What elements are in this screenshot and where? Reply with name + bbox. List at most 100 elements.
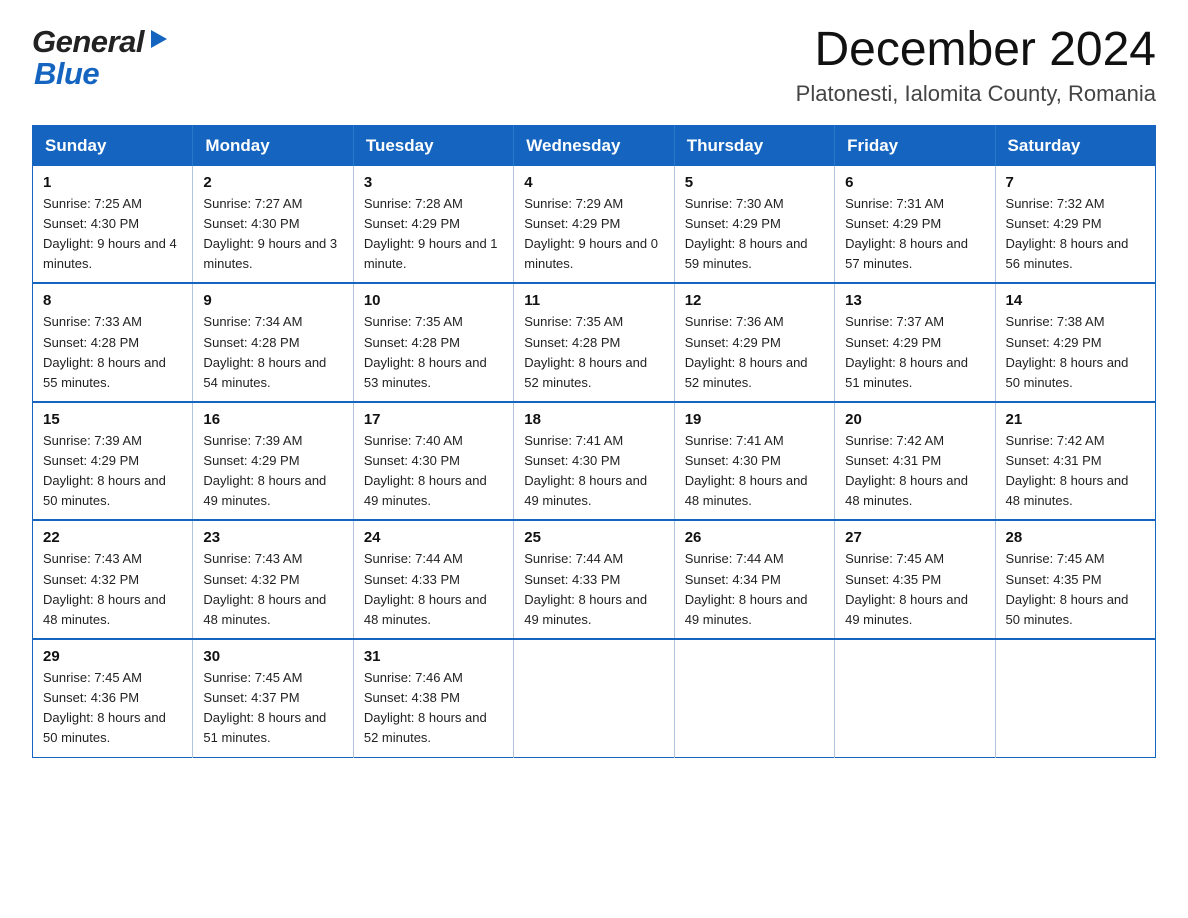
- calendar-cell: 12 Sunrise: 7:36 AMSunset: 4:29 PMDayligh…: [674, 283, 834, 402]
- day-number: 18: [524, 411, 663, 428]
- day-number: 2: [203, 174, 342, 191]
- calendar-week-4: 22 Sunrise: 7:43 AMSunset: 4:32 PMDayligh…: [33, 520, 1156, 639]
- calendar-cell: 20Sunrise: 7:42 AMSunset: 4:31 PMDayligh…: [835, 402, 995, 521]
- day-number: 26: [685, 529, 824, 546]
- day-info: Sunrise: 7:25 AMSunset: 4:30 PMDaylight:…: [43, 194, 182, 275]
- calendar-cell: 26Sunrise: 7:44 AMSunset: 4:34 PMDayligh…: [674, 520, 834, 639]
- day-info: Sunrise: 7:37 AMSunset: 4:29 PMDaylight:…: [845, 312, 984, 393]
- day-info: Sunrise: 7:32 AMSunset: 4:29 PMDaylight:…: [1006, 194, 1145, 275]
- calendar-cell: 28 Sunrise: 7:45 AMSunset: 4:35 PMDayligh…: [995, 520, 1155, 639]
- day-header-wednesday: Wednesday: [514, 125, 674, 166]
- day-number: 13: [845, 292, 984, 309]
- day-number: 25: [524, 529, 663, 546]
- day-number: 10: [364, 292, 503, 309]
- day-header-thursday: Thursday: [674, 125, 834, 166]
- day-info: Sunrise: 7:39 AMSunset: 4:29 PMDaylight:…: [43, 431, 182, 512]
- day-info: Sunrise: 7:28 AMSunset: 4:29 PMDaylight:…: [364, 194, 503, 275]
- day-header-saturday: Saturday: [995, 125, 1155, 166]
- day-number: 12: [685, 292, 824, 309]
- calendar-cell: 8 Sunrise: 7:33 AMSunset: 4:28 PMDaylight…: [33, 283, 193, 402]
- logo-triangle-icon: [147, 28, 169, 50]
- calendar-week-1: 1 Sunrise: 7:25 AMSunset: 4:30 PMDaylight…: [33, 166, 1156, 284]
- calendar-table: SundayMondayTuesdayWednesdayThursdayFrid…: [32, 125, 1156, 758]
- calendar-cell: 27 Sunrise: 7:45 AMSunset: 4:35 PMDayligh…: [835, 520, 995, 639]
- day-number: 6: [845, 174, 984, 191]
- page-header: General Blue December 2024 Platonesti, I…: [32, 24, 1156, 107]
- day-number: 9: [203, 292, 342, 309]
- calendar-week-3: 15 Sunrise: 7:39 AMSunset: 4:29 PMDayligh…: [33, 402, 1156, 521]
- calendar-cell: 17 Sunrise: 7:40 AMSunset: 4:30 PMDayligh…: [353, 402, 513, 521]
- day-info: Sunrise: 7:45 AMSunset: 4:35 PMDaylight:…: [1006, 549, 1145, 630]
- day-info: Sunrise: 7:30 AMSunset: 4:29 PMDaylight:…: [685, 194, 824, 275]
- calendar-cell: [674, 639, 834, 757]
- day-info: Sunrise: 7:34 AMSunset: 4:28 PMDaylight:…: [203, 312, 342, 393]
- calendar-cell: 18 Sunrise: 7:41 AMSunset: 4:30 PMDayligh…: [514, 402, 674, 521]
- day-number: 4: [524, 174, 663, 191]
- day-number: 22: [43, 529, 182, 546]
- day-number: 31: [364, 648, 503, 665]
- calendar-cell: 5 Sunrise: 7:30 AMSunset: 4:29 PMDaylight…: [674, 166, 834, 284]
- day-header-row: SundayMondayTuesdayWednesdayThursdayFrid…: [33, 125, 1156, 166]
- day-info: Sunrise: 7:41 AMSunset: 4:30 PMDaylight:…: [685, 431, 824, 512]
- day-number: 16: [203, 411, 342, 428]
- day-number: 17: [364, 411, 503, 428]
- calendar-cell: 16 Sunrise: 7:39 AMSunset: 4:29 PMDayligh…: [193, 402, 353, 521]
- day-header-friday: Friday: [835, 125, 995, 166]
- calendar-cell: 23Sunrise: 7:43 AMSunset: 4:32 PMDayligh…: [193, 520, 353, 639]
- calendar-cell: 31 Sunrise: 7:46 AMSunset: 4:38 PMDayligh…: [353, 639, 513, 757]
- day-number: 20: [845, 411, 984, 428]
- day-info: Sunrise: 7:36 AMSunset: 4:29 PMDaylight:…: [685, 312, 824, 393]
- calendar-cell: 10Sunrise: 7:35 AMSunset: 4:28 PMDayligh…: [353, 283, 513, 402]
- day-number: 15: [43, 411, 182, 428]
- calendar-cell: 24 Sunrise: 7:44 AMSunset: 4:33 PMDayligh…: [353, 520, 513, 639]
- calendar-cell: [835, 639, 995, 757]
- calendar-cell: 29 Sunrise: 7:45 AMSunset: 4:36 PMDayligh…: [33, 639, 193, 757]
- day-number: 29: [43, 648, 182, 665]
- day-info: Sunrise: 7:41 AMSunset: 4:30 PMDaylight:…: [524, 431, 663, 512]
- calendar-week-5: 29 Sunrise: 7:45 AMSunset: 4:36 PMDayligh…: [33, 639, 1156, 757]
- calendar-cell: [514, 639, 674, 757]
- day-info: Sunrise: 7:45 AMSunset: 4:36 PMDaylight:…: [43, 668, 182, 749]
- day-header-sunday: Sunday: [33, 125, 193, 166]
- day-info: Sunrise: 7:44 AMSunset: 4:33 PMDaylight:…: [524, 549, 663, 630]
- day-info: Sunrise: 7:40 AMSunset: 4:30 PMDaylight:…: [364, 431, 503, 512]
- day-number: 5: [685, 174, 824, 191]
- calendar-subtitle: Platonesti, Ialomita County, Romania: [796, 81, 1156, 107]
- calendar-cell: 1 Sunrise: 7:25 AMSunset: 4:30 PMDaylight…: [33, 166, 193, 284]
- day-info: Sunrise: 7:38 AMSunset: 4:29 PMDaylight:…: [1006, 312, 1145, 393]
- calendar-cell: 6 Sunrise: 7:31 AMSunset: 4:29 PMDaylight…: [835, 166, 995, 284]
- calendar-cell: 2 Sunrise: 7:27 AMSunset: 4:30 PMDaylight…: [193, 166, 353, 284]
- day-info: Sunrise: 7:39 AMSunset: 4:29 PMDaylight:…: [203, 431, 342, 512]
- calendar-cell: 13 Sunrise: 7:37 AMSunset: 4:29 PMDayligh…: [835, 283, 995, 402]
- day-number: 11: [524, 292, 663, 309]
- logo-general-text: General: [32, 24, 144, 60]
- calendar-cell: 3Sunrise: 7:28 AMSunset: 4:29 PMDaylight…: [353, 166, 513, 284]
- logo: General Blue: [32, 24, 169, 92]
- day-number: 14: [1006, 292, 1145, 309]
- day-info: Sunrise: 7:33 AMSunset: 4:28 PMDaylight:…: [43, 312, 182, 393]
- day-info: Sunrise: 7:45 AMSunset: 4:35 PMDaylight:…: [845, 549, 984, 630]
- calendar-cell: 21 Sunrise: 7:42 AMSunset: 4:31 PMDayligh…: [995, 402, 1155, 521]
- logo-blue-text: Blue: [34, 56, 99, 91]
- day-info: Sunrise: 7:43 AMSunset: 4:32 PMDaylight:…: [203, 549, 342, 630]
- day-number: 27: [845, 529, 984, 546]
- day-header-tuesday: Tuesday: [353, 125, 513, 166]
- day-info: Sunrise: 7:42 AMSunset: 4:31 PMDaylight:…: [1006, 431, 1145, 512]
- day-number: 8: [43, 292, 182, 309]
- calendar-cell: 19Sunrise: 7:41 AMSunset: 4:30 PMDayligh…: [674, 402, 834, 521]
- day-info: Sunrise: 7:31 AMSunset: 4:29 PMDaylight:…: [845, 194, 984, 275]
- day-info: Sunrise: 7:44 AMSunset: 4:33 PMDaylight:…: [364, 549, 503, 630]
- day-number: 28: [1006, 529, 1145, 546]
- calendar-cell: 15 Sunrise: 7:39 AMSunset: 4:29 PMDayligh…: [33, 402, 193, 521]
- day-info: Sunrise: 7:27 AMSunset: 4:30 PMDaylight:…: [203, 194, 342, 275]
- day-info: Sunrise: 7:46 AMSunset: 4:38 PMDaylight:…: [364, 668, 503, 749]
- day-info: Sunrise: 7:43 AMSunset: 4:32 PMDaylight:…: [43, 549, 182, 630]
- day-header-monday: Monday: [193, 125, 353, 166]
- calendar-week-2: 8 Sunrise: 7:33 AMSunset: 4:28 PMDaylight…: [33, 283, 1156, 402]
- day-number: 30: [203, 648, 342, 665]
- day-number: 1: [43, 174, 182, 191]
- day-number: 24: [364, 529, 503, 546]
- calendar-body: 1 Sunrise: 7:25 AMSunset: 4:30 PMDaylight…: [33, 166, 1156, 757]
- calendar-cell: 30Sunrise: 7:45 AMSunset: 4:37 PMDayligh…: [193, 639, 353, 757]
- day-number: 21: [1006, 411, 1145, 428]
